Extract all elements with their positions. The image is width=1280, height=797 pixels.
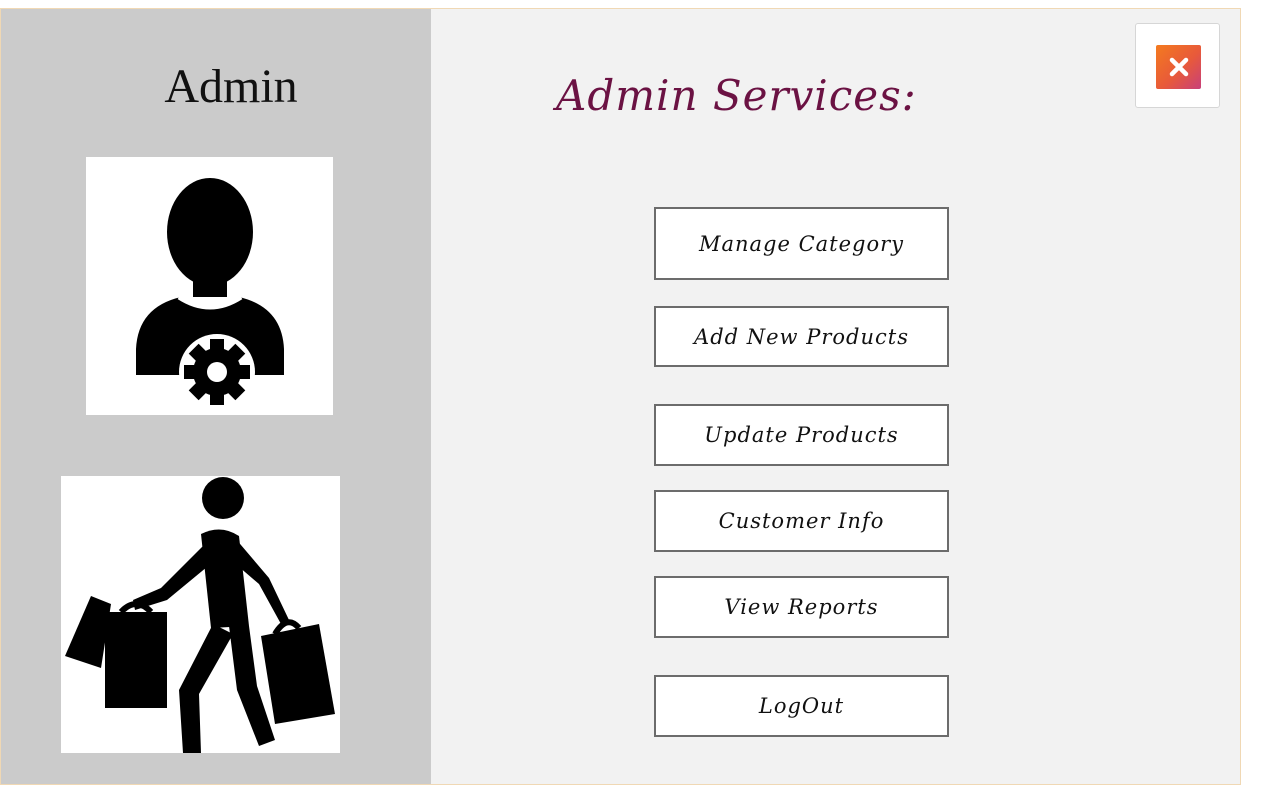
close-button[interactable]: [1135, 23, 1220, 108]
add-new-products-button[interactable]: Add New Products: [654, 306, 949, 367]
close-icon[interactable]: [1156, 45, 1201, 89]
shopper-icon: [61, 476, 340, 753]
customer-info-button[interactable]: Customer Info: [654, 490, 949, 552]
admin-settings-icon: [86, 157, 333, 415]
manage-category-button[interactable]: Manage Category: [654, 207, 949, 280]
logout-button[interactable]: LogOut: [654, 675, 949, 737]
update-products-button[interactable]: Update Products: [654, 404, 949, 466]
admin-window: Admin Admin Services: Manage Category Ad…: [0, 8, 1241, 785]
view-reports-button[interactable]: View Reports: [654, 576, 949, 638]
sidebar: Admin: [1, 9, 431, 784]
page-title: Admin Services:: [556, 71, 917, 120]
sidebar-title: Admin: [164, 60, 298, 113]
